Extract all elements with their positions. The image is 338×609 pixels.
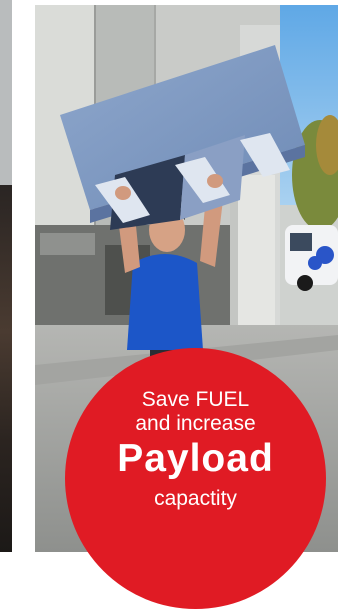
promo-line-save-fuel: Save FUEL [141, 388, 250, 411]
adjacent-photo-strip [0, 0, 12, 552]
adjacent-photo-bottom [0, 185, 12, 552]
promo-line-and-increase: and increase [135, 412, 256, 435]
promo-line-capacity: capactity [154, 487, 237, 510]
promo-headline-payload: Payload [117, 437, 274, 480]
adjacent-photo-top [0, 0, 12, 185]
